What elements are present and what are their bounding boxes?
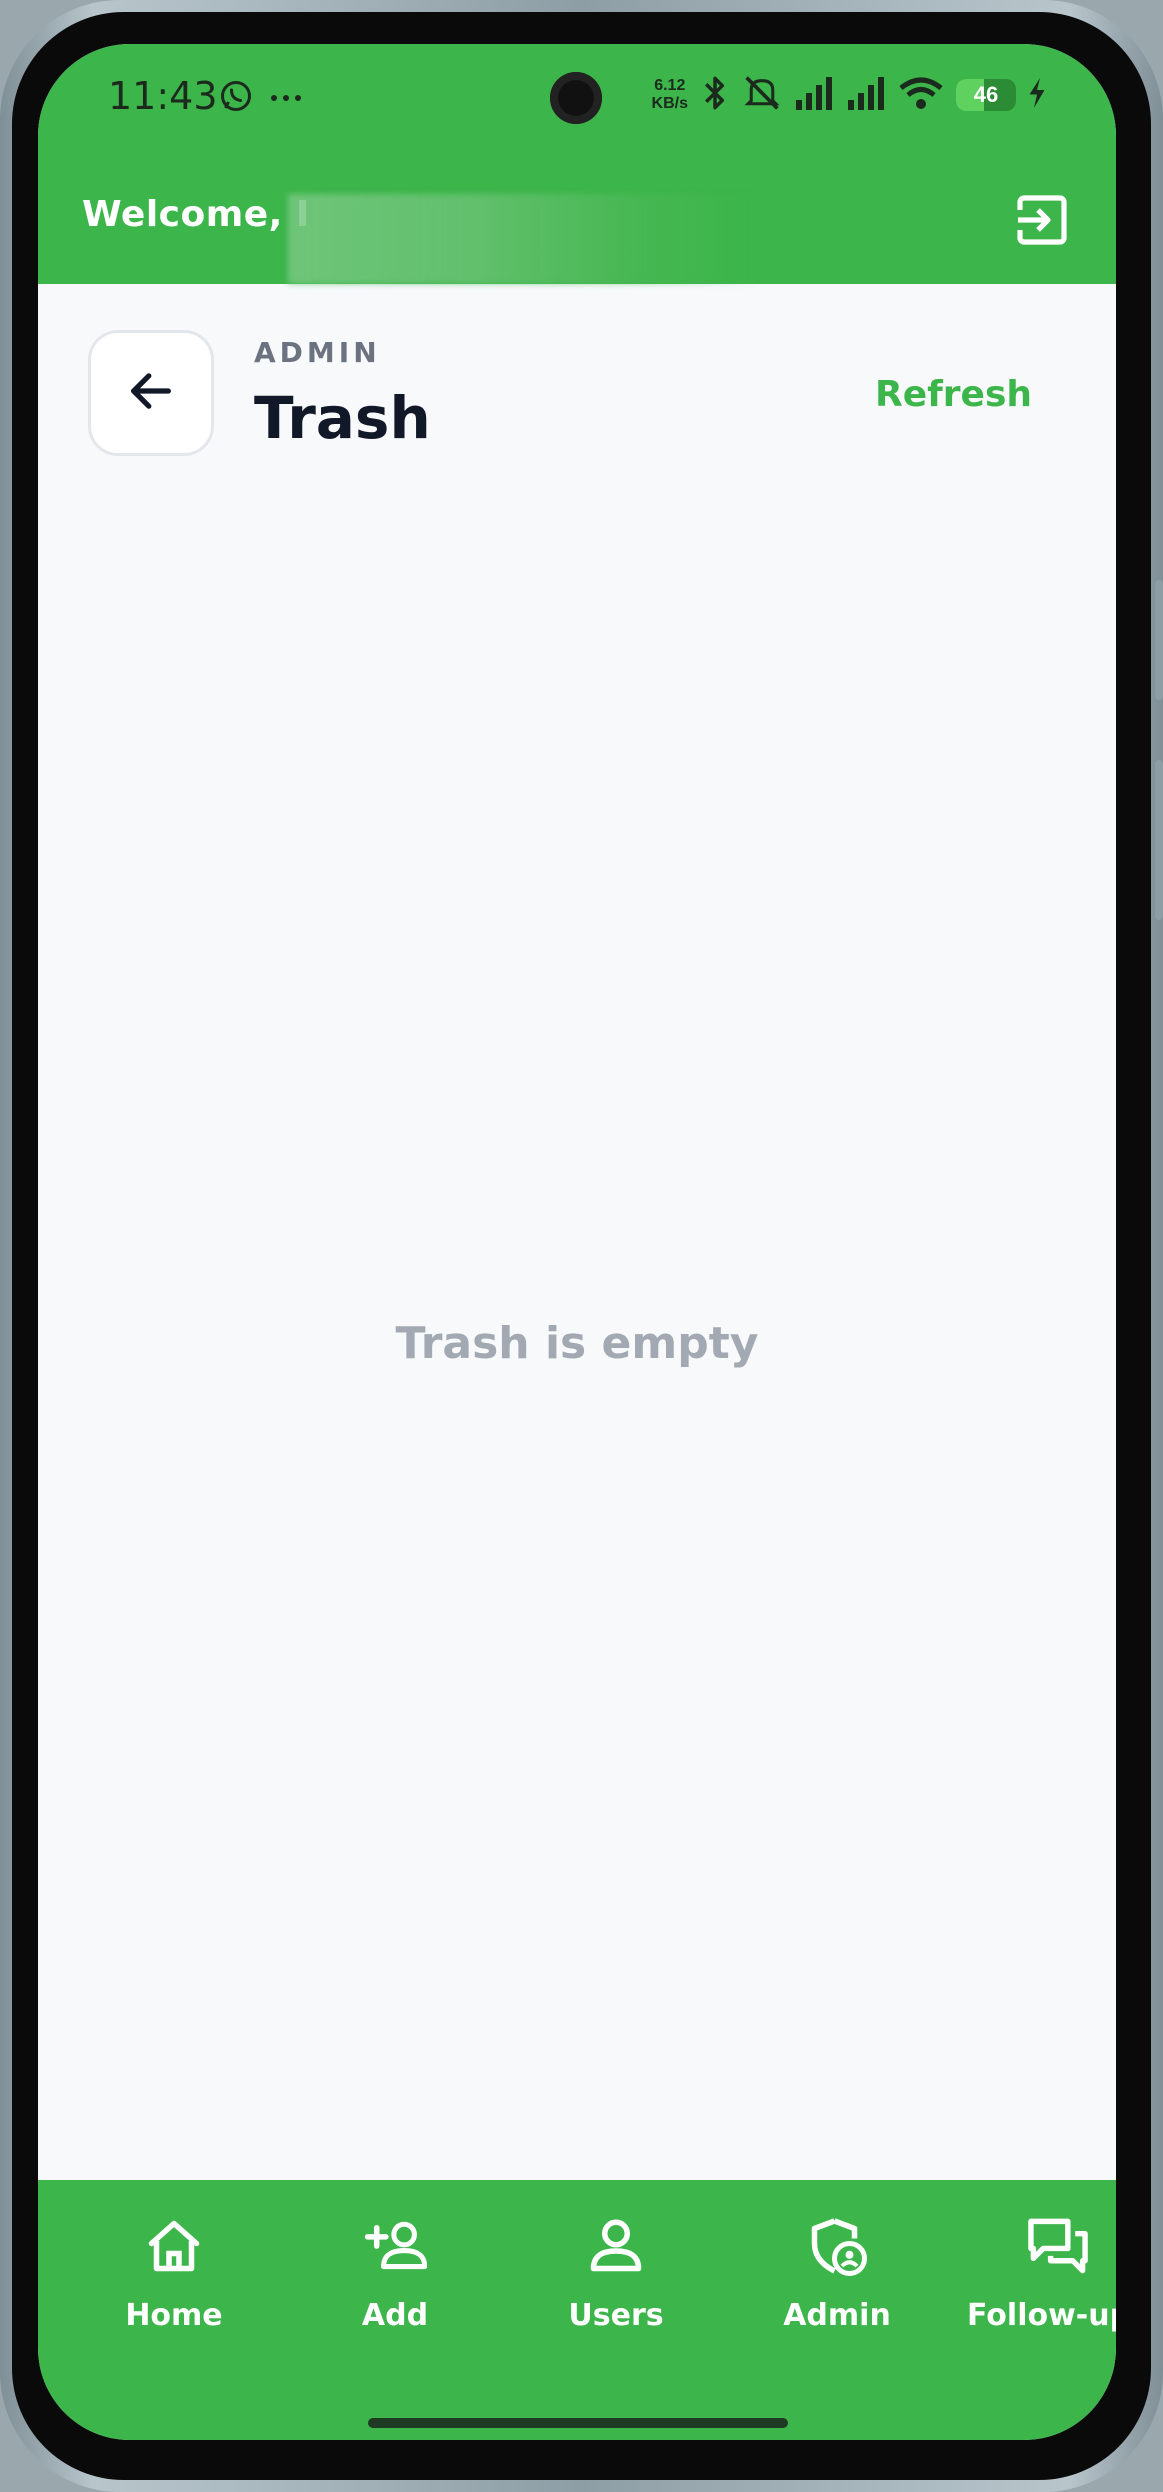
status-time: 11:43: [108, 74, 218, 118]
empty-state-message: Trash is empty: [395, 1318, 759, 1369]
wifi-icon: [898, 76, 944, 114]
battery-indicator: 46: [956, 79, 1016, 111]
signal-icon: [846, 76, 886, 114]
signal-icon: [794, 76, 834, 114]
add-user-icon: [363, 2214, 427, 2278]
bluetooth-icon: [700, 74, 730, 116]
arrow-left-icon: [125, 365, 177, 421]
nav-label-add: Add: [361, 2298, 429, 2333]
nav-item-admin[interactable]: Admin: [737, 2214, 937, 2333]
net-speed-unit: KB/s: [651, 95, 688, 112]
nav-label-home: Home: [125, 2298, 223, 2333]
page-title: Trash: [254, 384, 431, 452]
nav-label-users: Users: [568, 2298, 664, 2333]
mute-icon: [742, 74, 782, 116]
net-speed-value: 6.12: [654, 77, 686, 94]
net-speed: 6.12 KB/s: [652, 77, 688, 113]
nav-item-follow-ups[interactable]: Follow-ups: [958, 2214, 1116, 2333]
bottom-navigation: Home Add Users Admin Follow-ups: [38, 2180, 1116, 2440]
charging-icon: [1028, 78, 1046, 112]
home-indicator[interactable]: [368, 2418, 788, 2428]
nav-label-follow-ups: Follow-ups: [967, 2298, 1116, 2333]
volume-button: [1155, 580, 1163, 700]
refresh-button[interactable]: Refresh: [875, 374, 1032, 415]
welcome-text: Welcome, I: [82, 194, 310, 235]
more-dots-icon: [268, 89, 304, 108]
status-bar: 11:43 6.12 KB/s 46: [38, 44, 1116, 154]
logout-icon: [1014, 192, 1070, 252]
back-button[interactable]: [88, 330, 214, 456]
section-overline: ADMIN: [254, 336, 381, 369]
nav-item-users[interactable]: Users: [516, 2214, 716, 2333]
admin-shield-icon: [805, 2214, 869, 2278]
top-app-bar: 11:43 6.12 KB/s 46 Welcome, I: [38, 44, 1116, 284]
status-left-icons: [218, 78, 304, 118]
user-icon: [584, 2214, 648, 2278]
nav-label-admin: Admin: [783, 2298, 891, 2333]
chat-bubbles-icon: [1026, 2214, 1090, 2278]
home-icon: [142, 2214, 206, 2278]
redacted-username: [288, 194, 758, 284]
logout-button[interactable]: [1012, 192, 1072, 252]
battery-level: 46: [973, 82, 999, 107]
nav-item-add[interactable]: Add: [295, 2214, 495, 2333]
nav-item-home[interactable]: Home: [74, 2214, 274, 2333]
app-screen: 11:43 6.12 KB/s 46 Welcome, I ADMIN Tras…: [38, 44, 1116, 2440]
power-button: [1155, 760, 1163, 920]
front-camera: [550, 72, 602, 124]
status-right-icons: 6.12 KB/s 46: [652, 74, 1046, 116]
whatsapp-icon: [218, 78, 254, 118]
